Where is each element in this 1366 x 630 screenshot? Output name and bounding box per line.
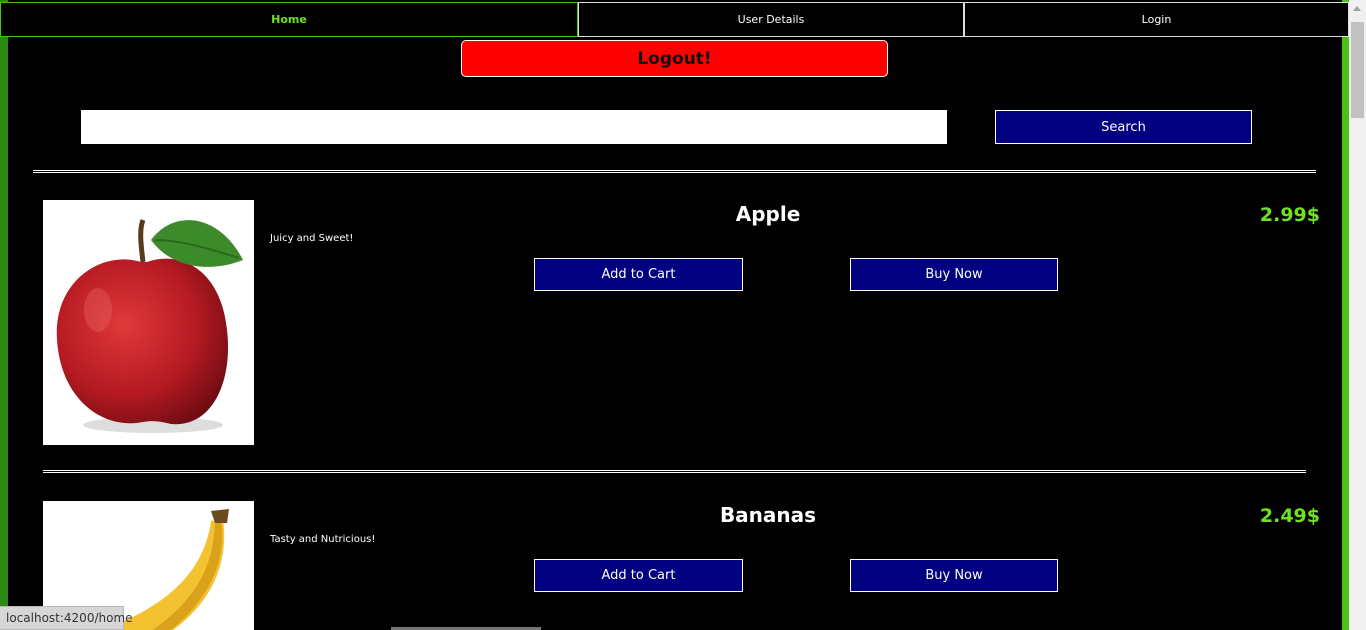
- buy-now-button[interactable]: Buy Now: [850, 258, 1058, 291]
- scroll-up-arrow-icon[interactable]: [1353, 6, 1361, 11]
- divider: [43, 470, 1306, 473]
- nav-home[interactable]: Home: [0, 2, 578, 37]
- nav-login[interactable]: Login: [964, 2, 1349, 37]
- product-description: Juicy and Sweet!: [270, 233, 354, 244]
- left-frame-border: [0, 0, 8, 630]
- scrollbar-thumb[interactable]: [1351, 22, 1364, 118]
- vertical-scrollbar[interactable]: [1349, 0, 1366, 630]
- product-price: 2.99$: [1259, 204, 1320, 226]
- apple-image: [43, 200, 254, 445]
- product-price: 2.49$: [1259, 505, 1320, 527]
- search-button[interactable]: Search: [995, 110, 1252, 144]
- product-description: Tasty and Nutricious!: [270, 534, 376, 545]
- status-bar-url: localhost:4200/home: [0, 606, 133, 630]
- logout-button[interactable]: Logout!: [461, 40, 888, 77]
- nav-user-details[interactable]: User Details: [578, 2, 964, 37]
- top-nav: Home User Details Login: [0, 2, 1349, 37]
- add-to-cart-button[interactable]: Add to Cart: [534, 559, 743, 592]
- buy-now-button[interactable]: Buy Now: [850, 559, 1058, 592]
- product-name: Bananas: [719, 503, 817, 527]
- right-frame-border: [1342, 0, 1349, 630]
- divider: [33, 170, 1316, 173]
- search-input[interactable]: [81, 110, 947, 144]
- product-name: Apple: [735, 202, 801, 226]
- add-to-cart-button[interactable]: Add to Cart: [534, 258, 743, 291]
